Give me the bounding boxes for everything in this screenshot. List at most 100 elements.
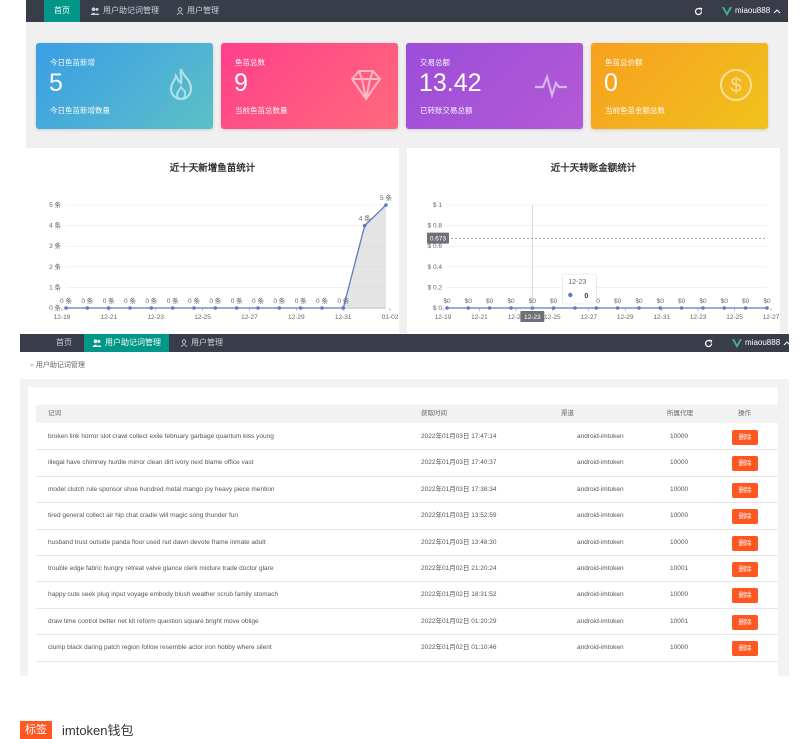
nav-user-mgmt[interactable]: 用户管理: [176, 0, 219, 22]
cell-agent: 10000: [670, 644, 689, 652]
data-point: [106, 306, 111, 310]
tag-badge[interactable]: 标签: [20, 720, 52, 739]
data-point: [615, 306, 620, 310]
data-label: $0: [635, 298, 643, 305]
nav-home[interactable]: 首页: [44, 0, 80, 22]
x-tick-label: 12-23: [690, 314, 707, 321]
nav-user-mgmt[interactable]: 用户管理: [180, 334, 223, 352]
card-value: 13.42: [419, 69, 482, 97]
dashboard-screenshot: 首页 用户助记词管理 用户管理 miaou888 今日鱼苗新增 5 今日鱼苗新增…: [26, 0, 788, 333]
delete-button[interactable]: 删除: [732, 614, 758, 630]
tooltip-title: 12-23: [568, 279, 586, 286]
delete-button[interactable]: 删除: [732, 430, 758, 445]
area-fill: [66, 205, 386, 308]
data-label: $0: [486, 298, 494, 305]
user-menu[interactable]: miaou888: [722, 0, 781, 22]
nav-home-label: 首页: [56, 338, 72, 347]
data-point: [445, 306, 449, 310]
cell-agent: 10000: [670, 591, 689, 599]
data-label: $0: [550, 298, 558, 305]
delete-button[interactable]: 删除: [732, 588, 758, 604]
nav-fish-mgmt-label: 用户助记词管理: [105, 338, 161, 347]
data-label: 0 条: [60, 296, 72, 305]
nav-home[interactable]: 首页: [56, 334, 72, 352]
data-point: [362, 223, 367, 228]
y-tick-label: 3 条: [49, 241, 61, 250]
nav-fish-mgmt[interactable]: 用户助记词管理: [84, 334, 169, 352]
fish-table: 记词 获取时间 渠道 所属代理 操作 broken link horror sl…: [28, 387, 778, 676]
card-value: 0: [604, 69, 618, 97]
x-tick-label: 01-02: [382, 314, 399, 321]
user-menu[interactable]: miaou888: [732, 334, 789, 352]
data-label: $0: [763, 298, 771, 305]
cell-words: husband trust outside panda floor used n…: [48, 538, 266, 546]
refresh-icon: [704, 338, 713, 347]
data-point: [722, 306, 727, 310]
card-subtitle: 已转账交易总额: [420, 106, 473, 115]
data-point: [658, 306, 663, 310]
cell-time: 2022年01月02日 01:10:46: [421, 644, 497, 652]
data-label: $0: [721, 298, 729, 305]
breadcrumb: » 用户助记词管理: [20, 352, 789, 379]
x-tick-label: 12-23: [147, 314, 164, 321]
cell-words: model clutch rule sponsor shoe hundred m…: [48, 485, 275, 493]
cell-channel: android-imtoken: [577, 538, 624, 546]
x-tick-label: 12-21: [471, 314, 488, 321]
dollar-icon: $: [720, 69, 752, 101]
y-tick-label: $ 0.6: [428, 243, 443, 250]
delete-button[interactable]: 删除: [732, 509, 758, 525]
card-value: 9: [234, 69, 248, 97]
data-point: [256, 306, 260, 310]
delete-button[interactable]: 删除: [732, 535, 758, 551]
delete-button[interactable]: 删除: [732, 482, 758, 498]
card-title: 今日鱼苗新增: [50, 58, 95, 67]
delete-button[interactable]: 删除: [732, 456, 758, 472]
cell-agent: 10001: [670, 617, 689, 625]
data-label: 5 条: [380, 193, 392, 202]
cell-channel: android-imtoken: [577, 591, 624, 599]
x-tick-label: 12-19: [54, 314, 71, 321]
cell-time: 2022年01月02日 01:20:29: [421, 617, 497, 625]
cell-channel: android-imtoken: [577, 433, 624, 440]
x-tick-label: 12-21: [101, 314, 118, 321]
data-label: 0 条: [124, 296, 136, 305]
series-line: [66, 204, 387, 309]
breadcrumb-label[interactable]: 用户助记词管理: [36, 362, 85, 369]
cell-agent: 10000: [670, 538, 689, 546]
data-label: 4 条: [359, 214, 371, 223]
user-icon: [176, 7, 184, 15]
tag-text[interactable]: imtoken钱包: [62, 720, 134, 739]
data-label: $0: [465, 298, 473, 305]
table-header: 记词 获取时间 渠道 所属代理 操作: [36, 405, 778, 423]
x-tick-label: 12-27: [580, 314, 597, 321]
delete-button[interactable]: 删除: [732, 562, 758, 577]
username-label: miaou888: [735, 6, 771, 15]
data-point: [551, 306, 556, 310]
cell-time: 2022年01月03日 17:40:37: [421, 459, 497, 467]
table-row: draw time control better net kit reform …: [36, 609, 778, 636]
data-label: $0: [507, 298, 515, 305]
x-tick-label: 12-31: [653, 314, 670, 321]
table-row: happy cute seek plug input voyage embody…: [36, 582, 778, 609]
delete-button[interactable]: 删除: [732, 641, 758, 657]
data-label: $0: [443, 298, 451, 305]
data-label: 0 条: [167, 296, 179, 305]
data-point: [509, 306, 513, 310]
refresh-button[interactable]: [694, 0, 703, 22]
stat-card-transaction-total: 交易总额 13.42 已转账交易总额: [406, 43, 583, 129]
header-channel: 渠道: [561, 410, 574, 417]
nav-fish-mgmt-label: 用户助记词管理: [103, 6, 159, 15]
users-icon: [92, 339, 102, 347]
cell-time: 2022年01月03日 17:38:34: [421, 485, 497, 493]
data-label: $0: [678, 298, 686, 305]
axis-pointer-value: 0.673: [430, 236, 447, 243]
refresh-button[interactable]: [704, 334, 713, 352]
data-label: 0 条: [231, 296, 243, 305]
header-action: 操作: [738, 410, 751, 417]
data-point: [192, 306, 196, 310]
nav-fish-mgmt[interactable]: 用户助记词管理: [90, 0, 159, 22]
data-point: [170, 306, 175, 310]
cell-channel: android-imtoken: [577, 485, 624, 493]
transfer-chart-panel: 近十天转账金额统计 $ 0 $ 0.2 $ 0.4 $ 0.6 $ 0.8 $ 1 12-1…: [407, 148, 780, 333]
header-words: 记词: [48, 410, 61, 417]
